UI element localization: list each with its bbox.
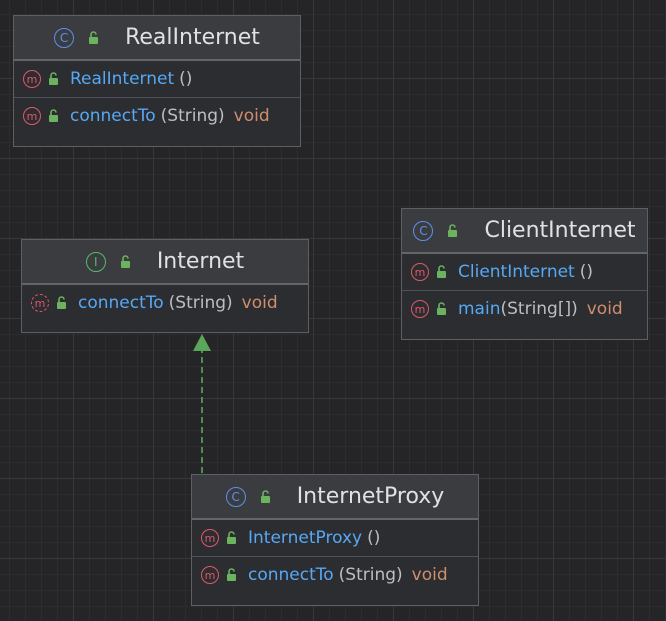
unlocked-icon — [437, 302, 446, 315]
method-params: (String) — [160, 106, 225, 126]
class-name: ClientInternet — [484, 218, 636, 243]
class-header: C InternetProxy — [192, 475, 478, 520]
class-name: InternetProxy — [296, 484, 445, 509]
method-name: RealInternet — [70, 69, 175, 89]
class-name: RealInternet — [125, 25, 260, 50]
class-name: Internet — [156, 249, 245, 274]
method-params: () — [367, 528, 381, 548]
return-type: void — [233, 106, 270, 126]
method-params: (String) — [338, 565, 403, 585]
class-header: C ClientInternet — [402, 209, 647, 254]
member-row[interactable]: m connectTo (String) void — [14, 97, 300, 134]
method-name: connectTo — [70, 106, 156, 126]
method-params: (String[]) — [500, 299, 578, 319]
unlocked-icon — [89, 30, 99, 44]
member-row[interactable]: m ClientInternet () — [402, 254, 647, 290]
method-icon: m — [411, 263, 429, 281]
method-params: () — [179, 69, 193, 89]
unlocked-icon — [49, 109, 58, 122]
class-header: C RealInternet — [14, 16, 300, 61]
abstract-method-icon: m — [31, 294, 49, 312]
method-icon: m — [23, 107, 41, 125]
method-icon: m — [201, 529, 219, 547]
unlocked-icon — [227, 568, 236, 581]
method-params: () — [579, 262, 593, 282]
method-params: (String) — [168, 293, 233, 313]
method-name: InternetProxy — [248, 528, 363, 548]
unlocked-icon — [49, 72, 58, 85]
interface-icon: I — [85, 251, 106, 272]
unlocked-icon — [57, 296, 66, 309]
method-icon: m — [23, 70, 41, 88]
unlocked-icon — [120, 254, 130, 268]
member-row[interactable]: m InternetProxy () — [192, 520, 478, 556]
class-icon: C — [413, 220, 434, 241]
class-header: I Internet — [22, 240, 308, 285]
member-row[interactable]: m connectTo (String) void — [22, 285, 308, 321]
class-icon: C — [225, 486, 246, 507]
method-name: main — [458, 299, 501, 319]
method-icon: m — [411, 300, 429, 318]
implements-arrow-head — [193, 334, 211, 351]
return-type: void — [241, 293, 278, 313]
return-type: void — [411, 565, 448, 585]
unlocked-icon — [260, 489, 270, 503]
unlocked-icon — [437, 265, 446, 278]
method-name: connectTo — [78, 293, 164, 313]
return-type: void — [586, 299, 623, 319]
method-name: connectTo — [248, 565, 334, 585]
member-row[interactable]: m RealInternet () — [14, 61, 300, 97]
class-real-internet[interactable]: C RealInternet m RealInternet () m conne… — [13, 15, 301, 147]
member-row[interactable]: m connectTo (String) void — [192, 556, 478, 593]
interface-internet[interactable]: I Internet m connectTo (String) void — [21, 239, 309, 333]
unlocked-icon — [227, 531, 236, 544]
method-name: ClientInternet — [458, 262, 575, 282]
class-icon: C — [54, 27, 75, 48]
class-internet-proxy[interactable]: C InternetProxy m InternetProxy () m con… — [191, 474, 479, 606]
unlocked-icon — [448, 223, 458, 237]
member-row[interactable]: m main (String[]) void — [402, 290, 647, 327]
class-client-internet[interactable]: C ClientInternet m ClientInternet () m m… — [401, 208, 648, 340]
method-icon: m — [201, 566, 219, 584]
